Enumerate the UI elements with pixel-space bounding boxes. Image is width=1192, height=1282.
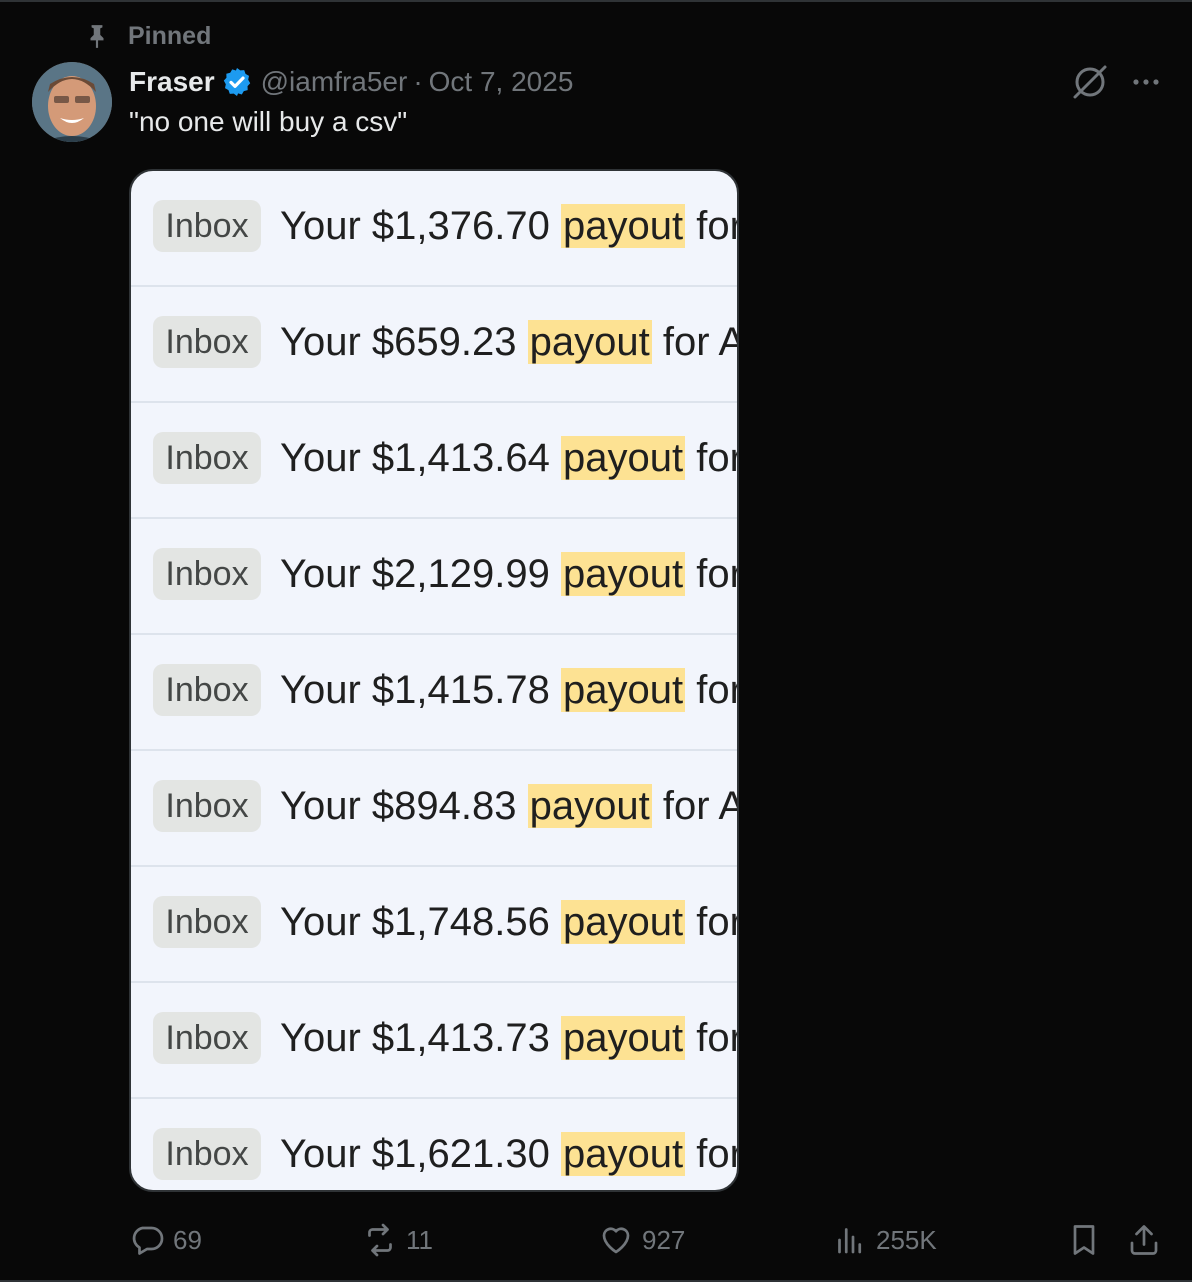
- subject-suffix: for: [685, 1132, 739, 1176]
- email-row: Inbox Your $2,129.99 payout for: [131, 519, 739, 635]
- email-row: Inbox Your $1,748.56 payout for: [131, 867, 739, 983]
- subject-suffix: for: [685, 436, 739, 480]
- email-row: Inbox Your $659.23 payout for A: [131, 287, 739, 403]
- email-row: Inbox Your $1,413.64 payout for: [131, 403, 739, 519]
- subject-suffix: for A: [651, 320, 739, 364]
- email-row: Inbox Your $1,415.78 payout for: [131, 635, 739, 751]
- inbox-label-chip: Inbox: [153, 780, 261, 832]
- email-subject: Your $1,415.78 payout for: [280, 662, 739, 718]
- search-highlight: payout: [561, 204, 686, 248]
- share-button[interactable]: [1126, 1212, 1170, 1268]
- reply-count: 69: [173, 1224, 202, 1255]
- subject-text: Your $659.23: [280, 320, 528, 364]
- search-highlight: payout: [561, 1016, 686, 1060]
- author-handle[interactable]: @iamfra5er: [261, 66, 408, 98]
- subject-suffix: for: [685, 668, 739, 712]
- reply-button[interactable]: 69: [129, 1212, 202, 1268]
- tweet-media-image[interactable]: Inbox Your $1,376.70 payout for Inbox Your …: [129, 169, 739, 1192]
- tweet-container[interactable]: Pinned Fraser @iamfra5er · Oct 7, 2025 "…: [0, 0, 1192, 1282]
- email-row: Inbox Your $894.83 payout for A: [131, 751, 739, 867]
- subject-suffix: for: [685, 552, 739, 596]
- pin-icon: [90, 25, 104, 48]
- subject-text: Your $1,748.56: [280, 900, 561, 944]
- pinned-indicator: Pinned: [84, 20, 211, 52]
- subject-suffix: for: [685, 204, 739, 248]
- like-button[interactable]: 927: [598, 1212, 685, 1268]
- like-count: 927: [642, 1224, 686, 1255]
- verified-badge-icon[interactable]: [221, 66, 253, 98]
- author-name[interactable]: Fraser: [129, 66, 215, 98]
- view-count: 255K: [876, 1224, 937, 1255]
- inbox-label-chip: Inbox: [153, 432, 261, 484]
- email-subject: Your $659.23 payout for A: [280, 314, 739, 370]
- bookmark-button[interactable]: [1066, 1212, 1110, 1268]
- subject-text: Your $1,415.78: [280, 668, 561, 712]
- search-highlight: payout: [561, 668, 686, 712]
- subject-text: Your $894.83: [280, 784, 528, 828]
- inbox-label-chip: Inbox: [153, 1128, 261, 1180]
- subject-text: Your $1,413.73: [280, 1016, 561, 1060]
- avatar[interactable]: [32, 62, 112, 142]
- email-subject: Your $1,376.70 payout for: [280, 198, 739, 254]
- action-bar: 69 11 927 255K: [0, 1212, 1192, 1268]
- tweet-text: "no one will buy a csv": [129, 106, 408, 137]
- email-row: Inbox Your $1,376.70 payout for: [131, 171, 739, 287]
- reply-icon: [132, 1226, 164, 1255]
- separator: ·: [413, 66, 423, 97]
- email-subject: Your $894.83 payout for A: [280, 778, 739, 834]
- subject-suffix: for: [685, 900, 739, 944]
- email-row: Inbox Your $1,413.73 payout for: [131, 983, 739, 1099]
- subject-suffix: for: [685, 1016, 739, 1060]
- subject-suffix: for A: [651, 784, 739, 828]
- inbox-label-chip: Inbox: [153, 200, 261, 252]
- share-icon: [1130, 1225, 1158, 1255]
- email-subject: Your $1,748.56 payout for: [280, 894, 739, 950]
- analytics-icon: [838, 1228, 862, 1254]
- tweet-header: Fraser @iamfra5er · Oct 7, 2025: [129, 62, 573, 102]
- more-options-icon[interactable]: [1128, 68, 1164, 96]
- email-subject: Your $1,413.73 payout for: [280, 1010, 739, 1066]
- heart-icon: [602, 1227, 630, 1254]
- subject-text: Your $1,621.30: [280, 1132, 561, 1176]
- inbox-label-chip: Inbox: [153, 664, 261, 716]
- inbox-label-chip: Inbox: [153, 548, 261, 600]
- search-highlight: payout: [527, 784, 652, 828]
- email-subject: Your $1,413.64 payout for: [280, 430, 739, 486]
- search-highlight: payout: [561, 436, 686, 480]
- inbox-label-chip: Inbox: [153, 316, 261, 368]
- repost-icon: [368, 1223, 392, 1257]
- bookmark-icon: [1073, 1225, 1095, 1255]
- subject-text: Your $1,413.64: [280, 436, 561, 480]
- tweet-date[interactable]: Oct 7, 2025: [429, 66, 574, 98]
- email-row: Inbox Your $1,621.30 payout for: [131, 1099, 739, 1190]
- inbox-label-chip: Inbox: [153, 896, 261, 948]
- inbox-label-chip: Inbox: [153, 1012, 261, 1064]
- search-highlight: payout: [561, 900, 686, 944]
- grok-icon[interactable]: [1070, 62, 1110, 102]
- subject-text: Your $2,129.99: [280, 552, 561, 596]
- subject-text: Your $1,376.70: [280, 204, 561, 248]
- search-highlight: payout: [561, 1132, 686, 1176]
- search-highlight: payout: [561, 552, 686, 596]
- email-subject: Your $2,129.99 payout for: [280, 546, 739, 602]
- views-button[interactable]: 255K: [832, 1212, 937, 1268]
- search-highlight: payout: [527, 320, 652, 364]
- pinned-label: Pinned: [128, 21, 212, 50]
- email-subject: Your $1,621.30 payout for: [280, 1126, 739, 1182]
- repost-button[interactable]: 11: [362, 1212, 433, 1268]
- repost-count: 11: [406, 1224, 433, 1255]
